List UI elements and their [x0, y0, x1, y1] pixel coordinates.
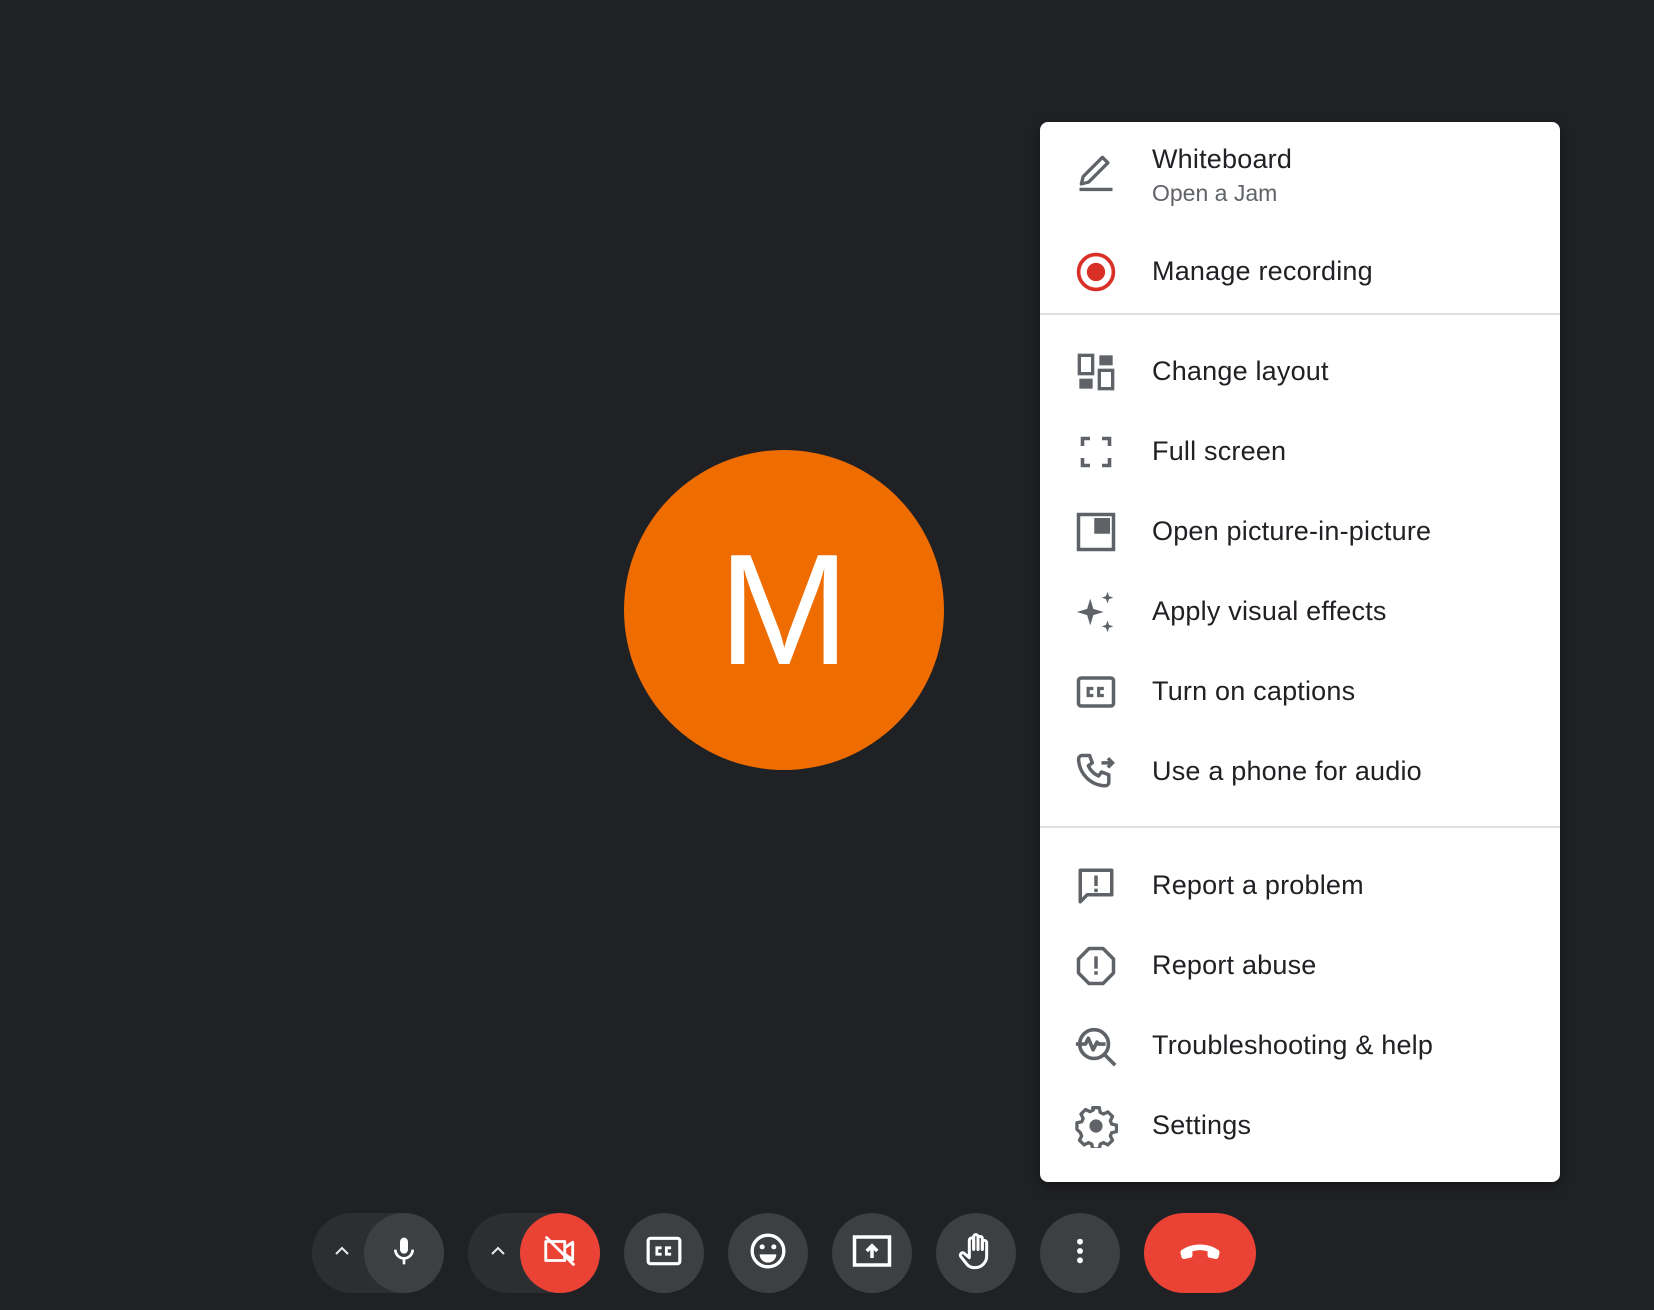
present-screen-icon	[851, 1230, 893, 1277]
feedback-icon	[1072, 862, 1120, 910]
menu-item-label: Apply visual effects	[1152, 596, 1387, 626]
camera-off-icon	[541, 1232, 579, 1275]
menu-item-report-abuse[interactable]: Report abuse	[1040, 926, 1560, 1006]
phone-forward-icon	[1072, 748, 1120, 796]
menu-item-captions[interactable]: Turn on captions	[1040, 652, 1560, 732]
camera-options-button[interactable]	[478, 1213, 518, 1293]
layout-icon	[1072, 348, 1120, 396]
menu-item-label: Manage recording	[1152, 256, 1373, 286]
menu-item-full-screen[interactable]: Full screen	[1040, 412, 1560, 492]
menu-item-change-layout[interactable]: Change layout	[1040, 332, 1560, 412]
menu-item-manage-recording[interactable]: Manage recording	[1040, 232, 1560, 312]
sparkle-icon	[1072, 588, 1120, 636]
menu-item-report-problem[interactable]: Report a problem	[1040, 846, 1560, 926]
menu-item-label: Settings	[1152, 1110, 1252, 1140]
leave-call-button[interactable]	[1144, 1213, 1256, 1293]
report-icon	[1072, 942, 1120, 990]
emoji-icon	[748, 1231, 788, 1276]
menu-divider	[1040, 826, 1560, 828]
menu-item-sublabel: Open a Jam	[1152, 180, 1278, 206]
captions-icon	[1072, 668, 1120, 716]
mic-options-button[interactable]	[322, 1213, 362, 1293]
troubleshoot-icon	[1072, 1022, 1120, 1070]
menu-item-label: Report abuse	[1152, 950, 1317, 980]
menu-item-label: Open picture-in-picture	[1152, 516, 1432, 546]
microphone-icon	[388, 1235, 420, 1272]
chevron-up-icon	[330, 1239, 354, 1268]
meeting-stage: M Whiteboard Open a Jam Manage recording	[0, 0, 1654, 1310]
menu-item-whiteboard[interactable]: Whiteboard Open a Jam	[1040, 136, 1560, 208]
menu-item-picture-in-picture[interactable]: Open picture-in-picture	[1040, 492, 1560, 572]
participant-avatar: M	[624, 450, 944, 770]
menu-item-visual-effects[interactable]: Apply visual effects	[1040, 572, 1560, 652]
menu-item-label: Report a problem	[1152, 870, 1364, 900]
captions-button[interactable]	[624, 1213, 704, 1293]
menu-item-label: Turn on captions	[1152, 676, 1356, 706]
menu-item-label: Full screen	[1152, 436, 1287, 466]
record-icon	[1072, 248, 1120, 296]
microphone-button[interactable]	[364, 1213, 444, 1293]
more-options-button[interactable]	[1040, 1213, 1120, 1293]
captions-icon	[645, 1232, 683, 1275]
end-call-icon	[1174, 1225, 1226, 1282]
menu-item-label: Whiteboard	[1152, 144, 1293, 174]
menu-item-label: Use a phone for audio	[1152, 756, 1422, 786]
present-button[interactable]	[832, 1213, 912, 1293]
pencil-icon	[1072, 148, 1120, 196]
camera-off-button[interactable]	[520, 1213, 600, 1293]
menu-item-troubleshooting[interactable]: Troubleshooting & help	[1040, 1006, 1560, 1086]
hand-icon	[956, 1231, 996, 1276]
menu-item-phone-audio[interactable]: Use a phone for audio	[1040, 732, 1560, 812]
picture-in-picture-icon	[1072, 508, 1120, 556]
fullscreen-icon	[1072, 428, 1120, 476]
participant-initial: M	[718, 522, 850, 698]
menu-divider	[1040, 313, 1560, 315]
more-vertical-icon	[1064, 1235, 1096, 1272]
raise-hand-button[interactable]	[936, 1213, 1016, 1293]
reactions-button[interactable]	[728, 1213, 808, 1293]
gear-icon	[1072, 1102, 1120, 1150]
menu-item-label: Change layout	[1152, 356, 1329, 386]
menu-item-label: Troubleshooting & help	[1152, 1030, 1434, 1060]
chevron-up-icon	[486, 1239, 510, 1268]
menu-item-settings[interactable]: Settings	[1040, 1086, 1560, 1166]
more-options-menu: Whiteboard Open a Jam Manage recording C…	[1040, 122, 1560, 1182]
